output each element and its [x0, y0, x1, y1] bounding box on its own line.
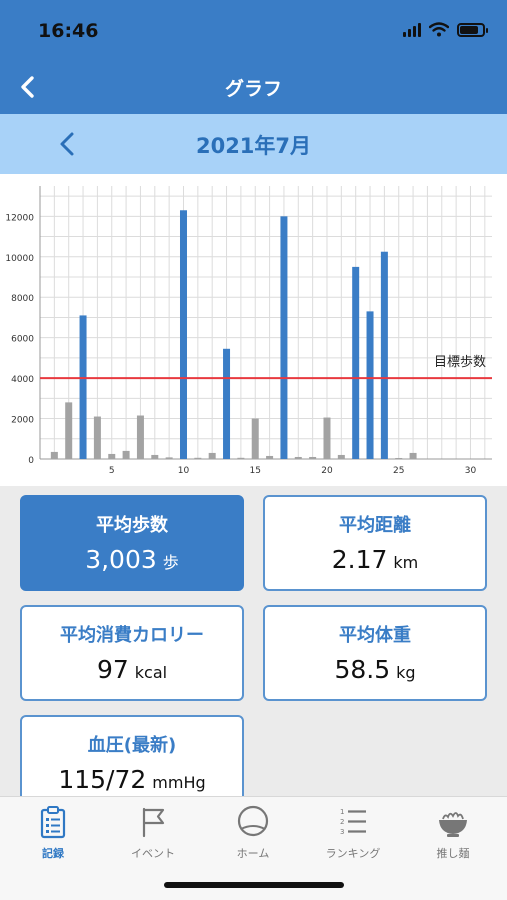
bar-day-21: [337, 454, 345, 459]
avg-calories-value-row: 97 kcal: [22, 655, 242, 684]
tab-home-label: ホーム: [236, 847, 270, 860]
bar-day-15: [251, 418, 259, 459]
x-tick-label: 30: [465, 466, 477, 476]
avg-steps-card[interactable]: 平均歩数 3,003 歩: [20, 495, 244, 591]
x-tick-label: 25: [393, 466, 404, 476]
bar-day-12: [208, 452, 216, 459]
signal-icon: [403, 22, 421, 37]
y-tick-label: 12000: [5, 213, 34, 223]
target-label: 目標歩数: [434, 355, 486, 370]
bar-day-7: [136, 415, 144, 459]
y-tick-label: 10000: [5, 254, 34, 264]
tab-ranking-label: ランキング: [325, 847, 381, 860]
tab-records-label: 記録: [42, 847, 64, 860]
bar-day-8: [151, 454, 159, 459]
avg-distance-title: 平均距離: [339, 515, 411, 536]
home-indicator: [164, 882, 344, 888]
bar-day-25: [395, 457, 403, 459]
avg-calories-title: 平均消費カロリー: [60, 625, 204, 646]
avg-distance-unit: km: [393, 553, 419, 572]
x-tick-label: 15: [250, 466, 261, 476]
y-tick-label: 6000: [11, 335, 34, 345]
bar-day-4: [93, 416, 101, 459]
bar-day-6: [122, 450, 130, 459]
bar-day-14: [237, 457, 245, 459]
wifi-icon: [429, 22, 449, 37]
month-title: 2021年7月: [195, 134, 312, 158]
bar-day-20: [323, 417, 331, 459]
blood-pressure-card[interactable]: 血圧(最新) 115/72 mmHg: [20, 715, 244, 796]
steps-bar-chart: 0 2000 4000 6000 8000 10000 12000 5 10 15 20 25 30 目標…: [5, 186, 492, 476]
tab-events[interactable]: イベント: [103, 805, 203, 867]
svg-text:2: 2: [340, 818, 344, 826]
tab-noodles[interactable]: 推し麺: [403, 805, 503, 867]
tab-events-label: イベント: [131, 847, 175, 860]
x-tick-label: 10: [178, 466, 190, 476]
steps-chart: 0 2000 4000 6000 8000 10000 12000 5 10 15 20 25 30 目標…: [0, 174, 507, 486]
avg-steps-title: 平均歩数: [96, 515, 168, 536]
bar-day-16: [266, 455, 274, 459]
status-icons: [403, 22, 488, 37]
avg-weight-value: 58.5: [334, 655, 391, 684]
bar-day-1: [50, 451, 58, 459]
avg-distance-value: 2.17: [331, 545, 388, 574]
blood-pressure-title: 血圧(最新): [87, 735, 177, 756]
bar-day-18: [294, 456, 302, 459]
blood-pressure-value-row: 115/72 mmHg: [22, 765, 242, 794]
y-tick-label: 4000: [11, 375, 34, 385]
bar-day-10: [179, 210, 187, 459]
clipboard-icon: [40, 806, 66, 839]
bar-day-13: [223, 348, 231, 459]
avg-steps-value: 3,003: [85, 545, 157, 574]
blood-pressure-value: 115/72: [58, 765, 147, 794]
bar-day-23: [366, 311, 374, 459]
avg-calories-value: 97: [96, 655, 129, 684]
y-tick-label: 8000: [11, 294, 34, 304]
avg-distance-card[interactable]: 平均距離 2.17 km: [263, 495, 487, 591]
bar-day-24: [380, 251, 388, 459]
bar-day-9: [165, 457, 173, 459]
avg-weight-unit: kg: [396, 663, 416, 682]
y-tick-label: 0: [28, 456, 34, 466]
avg-weight-value-row: 58.5 kg: [265, 655, 485, 684]
avg-weight-title: 平均体重: [339, 625, 411, 646]
summary-cards: 平均歩数 3,003 歩 平均距離 2.17 km 平均消費カロリー 97 kcal …: [0, 486, 507, 796]
tab-home[interactable]: ホーム: [203, 805, 303, 867]
noodle-bowl-icon: [439, 812, 467, 837]
blood-pressure-unit: mmHg: [152, 773, 206, 792]
page-title: グラフ: [224, 78, 282, 100]
battery-icon: [457, 22, 488, 37]
x-tick-label: 20: [321, 466, 333, 476]
bar-day-3: [79, 315, 87, 459]
bar-day-26: [409, 452, 417, 459]
tab-ranking[interactable]: 1 2 3 ランキング: [303, 805, 403, 867]
bar-day-11: [194, 457, 202, 459]
avg-calories-unit: kcal: [134, 663, 168, 682]
bar-day-22: [352, 266, 360, 459]
ranking-list-icon: 1 2 3: [340, 808, 366, 836]
home-circle-icon: [237, 805, 269, 837]
nav-bar: グラフ: [0, 60, 507, 114]
x-tick-label: 5: [109, 466, 115, 476]
bar-day-19: [309, 456, 317, 459]
avg-steps-value-row: 3,003 歩: [22, 545, 242, 574]
y-tick-label: 2000: [11, 416, 34, 426]
svg-text:1: 1: [340, 808, 344, 816]
month-selector: 2021年7月: [0, 114, 507, 174]
tab-noodles-label: 推し麺: [436, 847, 470, 860]
avg-weight-card[interactable]: 平均体重 58.5 kg: [263, 605, 487, 701]
avg-steps-unit: 歩: [162, 553, 179, 572]
avg-calories-card[interactable]: 平均消費カロリー 97 kcal: [20, 605, 244, 701]
tab-bar: 記録 イベント ホーム 1 2 3 ランキング 推し麺: [0, 796, 507, 900]
flag-icon: [142, 807, 165, 838]
tab-records[interactable]: 記録: [3, 805, 103, 867]
status-bar: 16:46: [0, 0, 507, 60]
bar-day-5: [108, 453, 116, 459]
avg-distance-value-row: 2.17 km: [265, 545, 485, 574]
bar-day-17: [280, 216, 288, 459]
svg-text:3: 3: [340, 828, 344, 836]
bar-day-2: [65, 402, 73, 459]
status-time: 16:46: [38, 20, 99, 42]
